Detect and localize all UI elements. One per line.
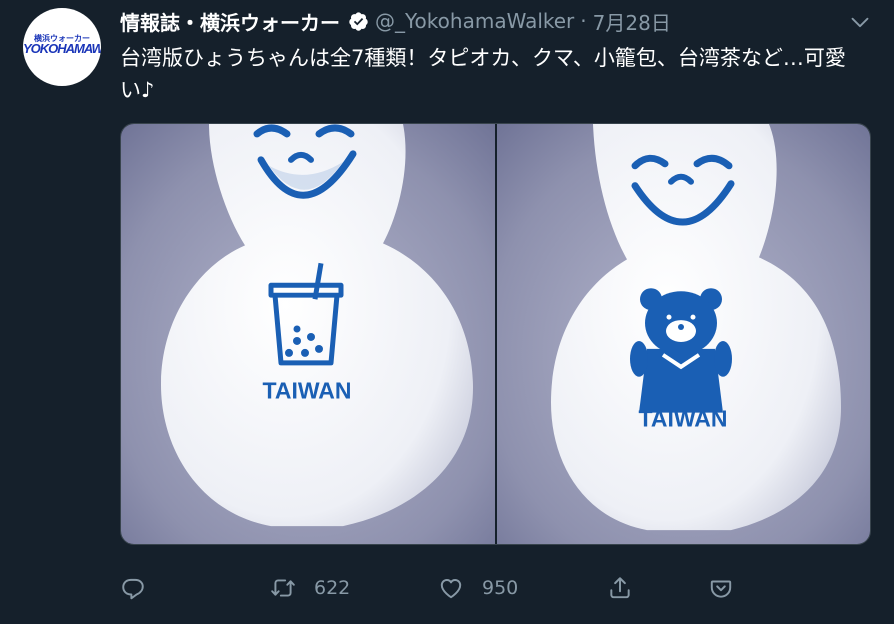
tweet-date[interactable]: 7月28日	[593, 7, 671, 36]
avatar-logo-text: YOKOHAMAWalker	[23, 41, 101, 56]
tweet-header: 情報誌・横浜ウォーカー @_YokohamaWalker · 7月28日	[120, 7, 671, 35]
tweet-media[interactable]: TAIWAN TAIWAN	[120, 123, 871, 545]
display-name[interactable]: 情報誌・横浜ウォーカー	[120, 7, 340, 36]
reply-button[interactable]	[120, 571, 146, 605]
right-photo-label: TAIWAN	[639, 406, 728, 432]
retweet-icon	[271, 579, 295, 597]
like-count: 950	[482, 577, 519, 599]
header-separator: ·	[580, 9, 587, 33]
verified-badge-icon	[348, 11, 369, 32]
reply-icon	[122, 578, 144, 600]
share-icon	[610, 577, 630, 599]
user-handle[interactable]: @_YokohamaWalker	[375, 9, 574, 33]
tweet-text: 台湾版ひょうちゃんは全7種類！タピオカ、クマ、小籠包、台湾茶など…可愛い♪	[120, 46, 846, 102]
tweet-actions: 622 950	[120, 571, 880, 605]
heart-icon	[440, 579, 462, 599]
pocket-icon	[710, 580, 732, 598]
left-photo-label: TAIWAN	[263, 378, 352, 404]
share-button[interactable]	[607, 571, 633, 605]
retweet-count: 622	[314, 577, 351, 599]
retweet-button[interactable]: 622	[270, 571, 350, 605]
photo-tapioca-hyouchan[interactable]: TAIWAN	[121, 124, 495, 544]
save-to-pocket-button[interactable]	[708, 571, 734, 605]
like-button[interactable]: 950	[438, 571, 518, 605]
avatar[interactable]: 横浜ウォーカー YOKOHAMAWalker	[23, 8, 101, 86]
photo-bear-hyouchan[interactable]: TAIWAN	[497, 124, 870, 544]
chevron-down-icon[interactable]	[849, 12, 871, 32]
